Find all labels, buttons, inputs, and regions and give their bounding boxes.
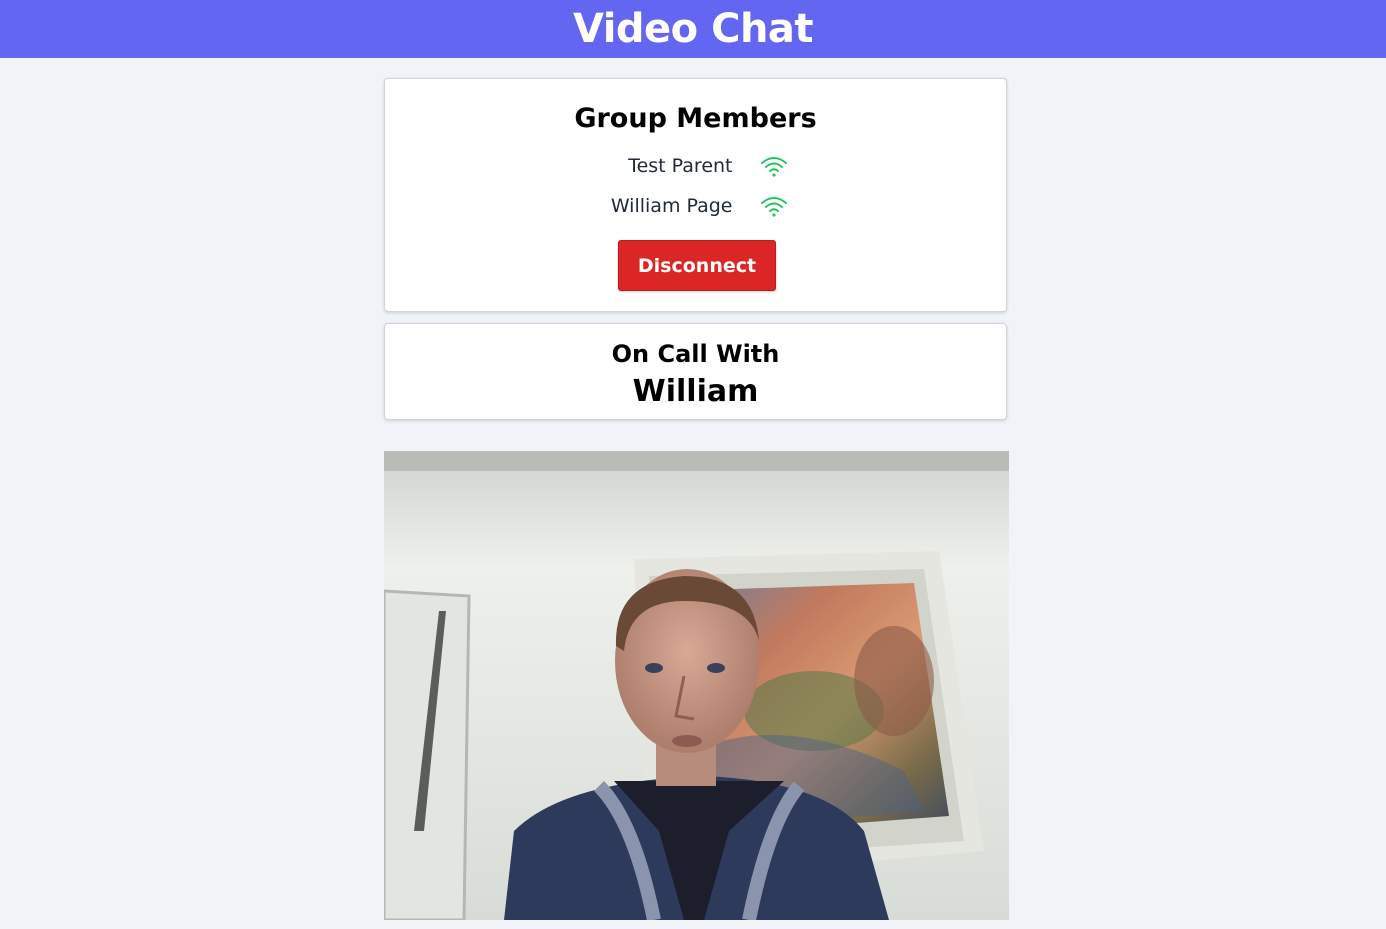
- member-name: Test Parent: [628, 155, 733, 177]
- group-members-title: Group Members: [574, 103, 817, 134]
- video-feed[interactable]: [384, 451, 1009, 920]
- group-members-card: Group Members Test Parent William Page D…: [384, 78, 1007, 312]
- app-header: Video Chat: [0, 0, 1386, 58]
- member-name: William Page: [610, 195, 733, 217]
- video-frame-illustration: [384, 451, 1009, 920]
- on-call-card: On Call With William: [384, 323, 1007, 420]
- wifi-icon: [760, 197, 787, 217]
- on-call-name: William: [632, 374, 759, 409]
- member-row: Test Parent: [385, 151, 1006, 181]
- wifi-icon: [760, 157, 787, 177]
- member-row: William Page: [385, 191, 1006, 221]
- disconnect-button[interactable]: Disconnect: [618, 240, 776, 291]
- app-title: Video Chat: [572, 6, 814, 52]
- on-call-label: On Call With: [611, 340, 780, 368]
